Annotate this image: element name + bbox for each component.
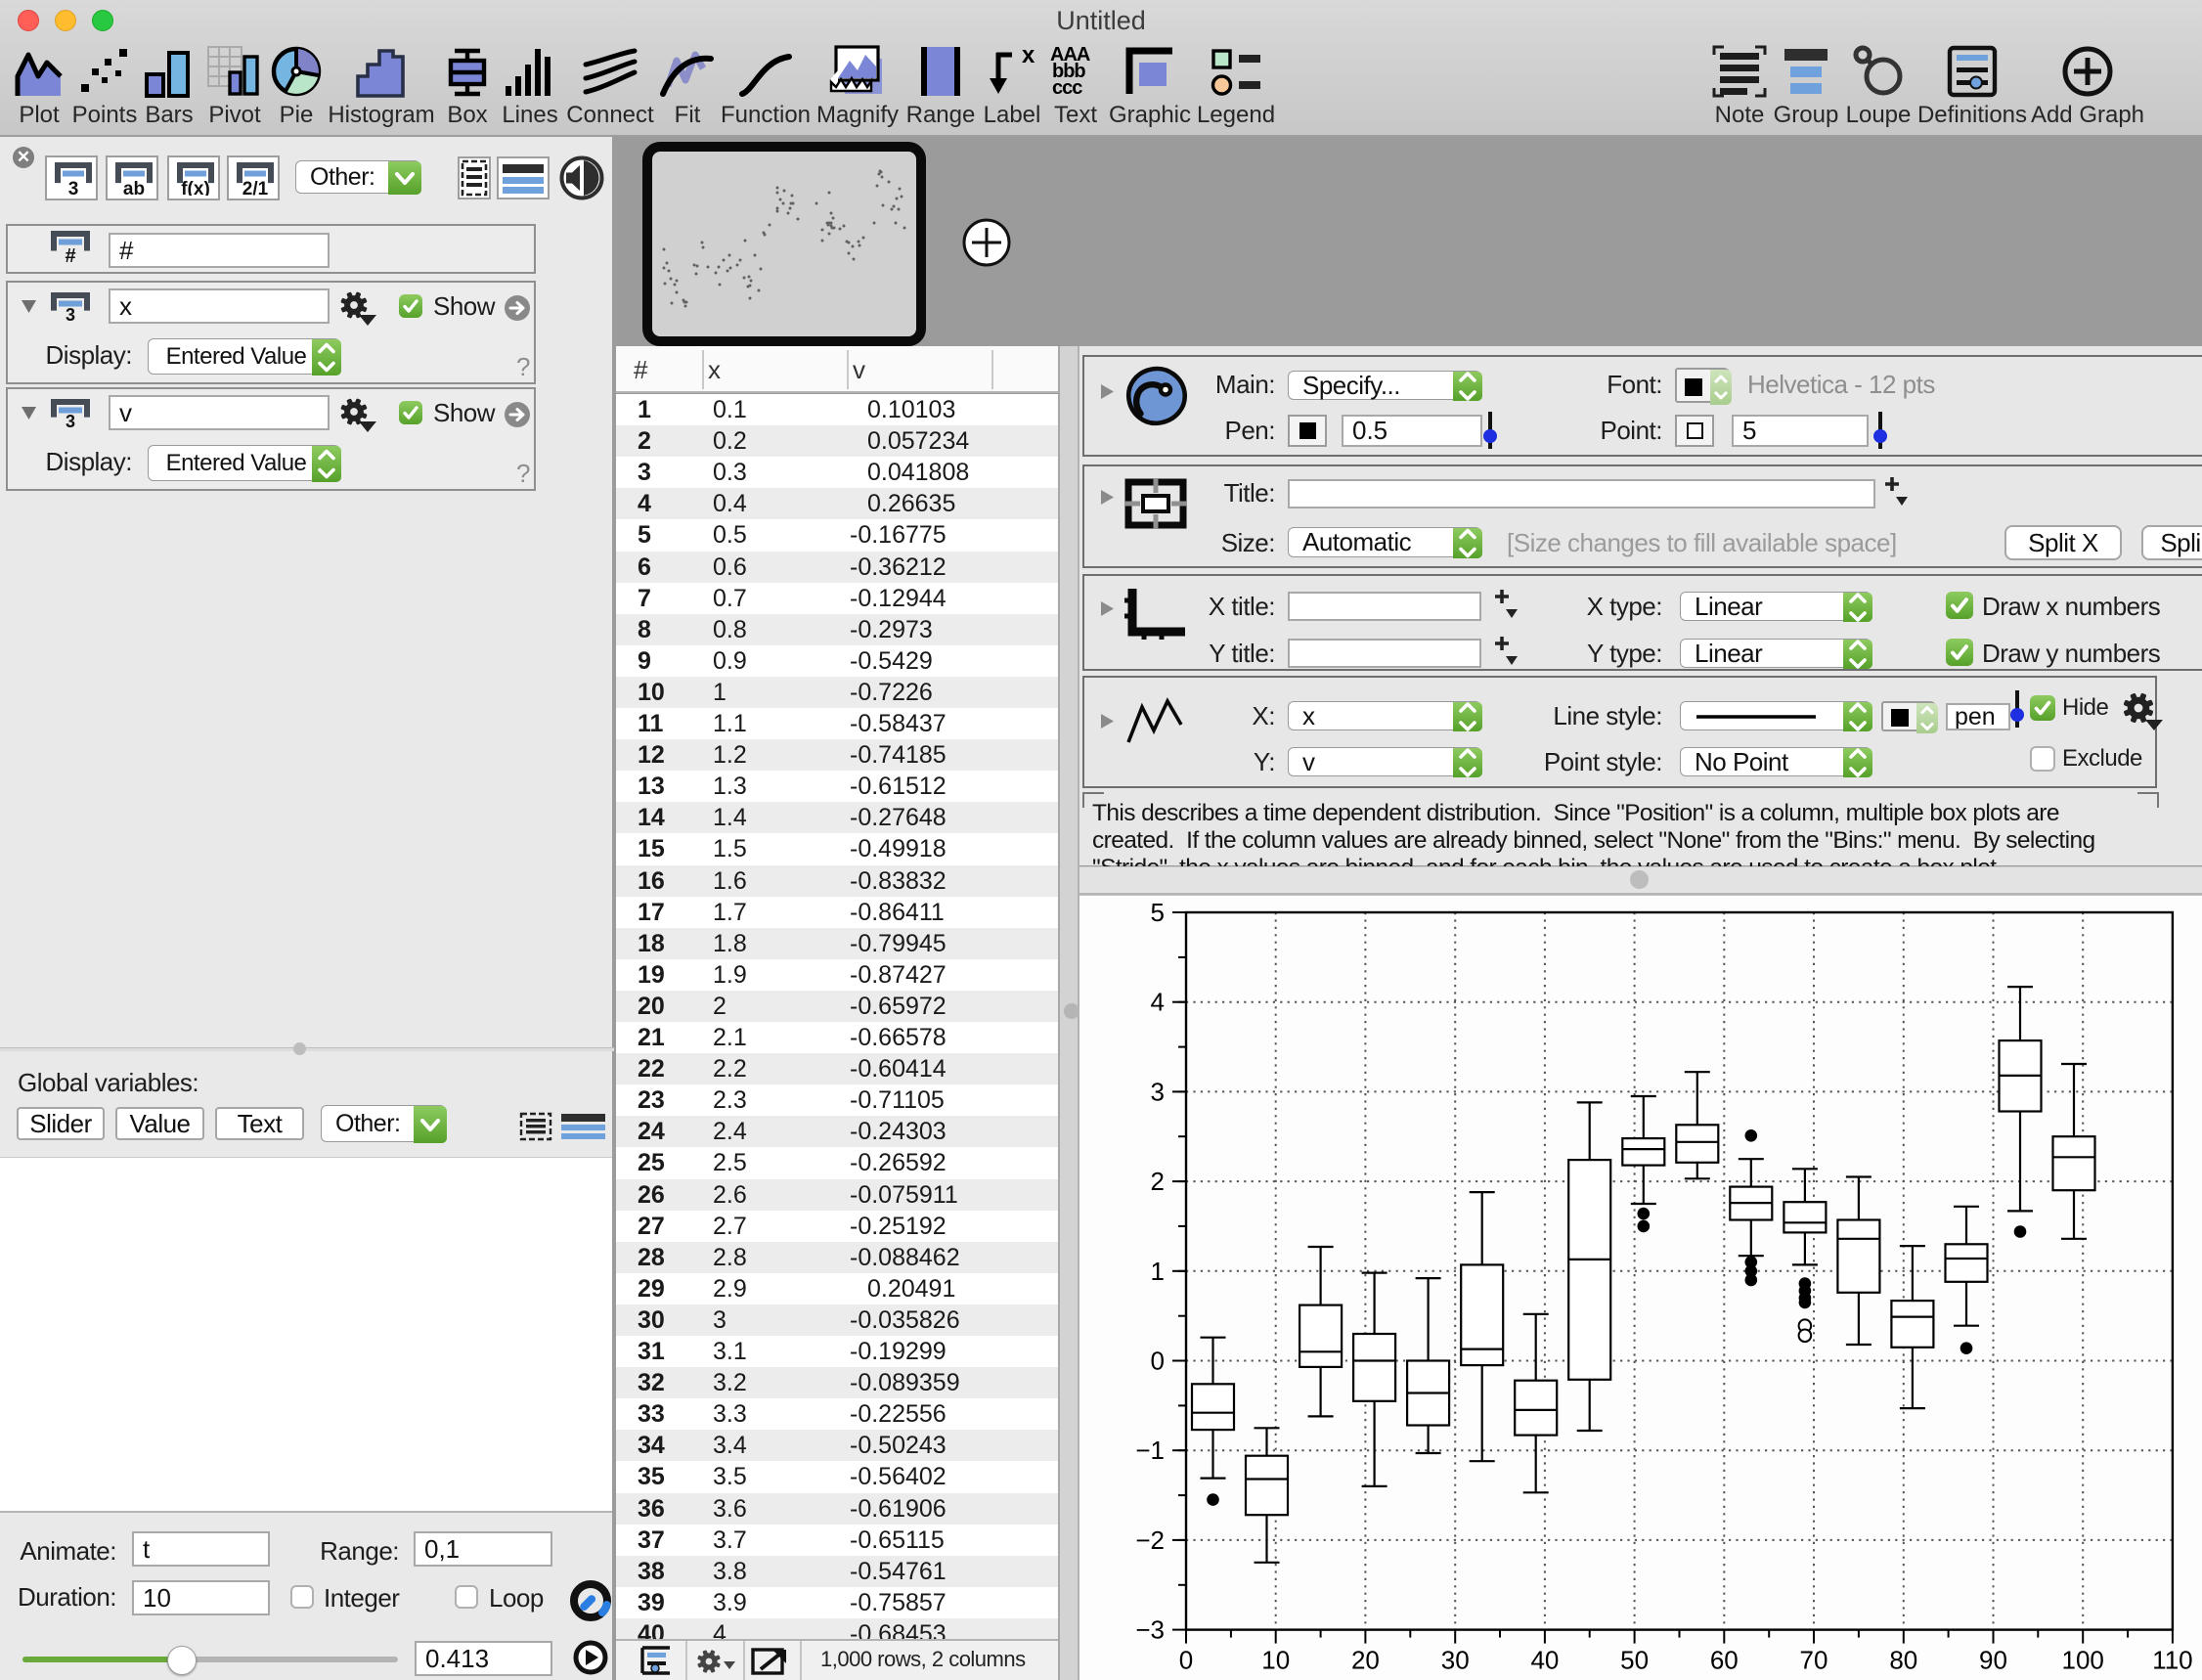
svg-text:0: 0 [1151, 1347, 1165, 1376]
svg-text:3: 3 [66, 305, 75, 322]
svg-text:ab: ab [123, 179, 145, 196]
svg-text:ccc: ccc [1052, 77, 1082, 98]
svg-text:10: 10 [1261, 1646, 1290, 1675]
svg-text:60: 60 [1710, 1646, 1739, 1675]
svg-text:−2: −2 [1135, 1525, 1165, 1555]
svg-text:20: 20 [1351, 1646, 1380, 1675]
svg-text:f(x): f(x) [181, 179, 210, 196]
svg-text:110: 110 [2152, 1646, 2192, 1675]
svg-text:2/1: 2/1 [242, 179, 269, 196]
svg-text:−3: −3 [1135, 1615, 1165, 1645]
svg-text:5: 5 [1151, 898, 1165, 927]
svg-text:80: 80 [1889, 1646, 1917, 1675]
svg-text:50: 50 [1620, 1646, 1649, 1675]
svg-text:2: 2 [1151, 1167, 1165, 1196]
svg-text:3: 3 [68, 179, 79, 196]
svg-text:4: 4 [1151, 988, 1165, 1017]
svg-text:100: 100 [2062, 1646, 2104, 1675]
svg-text:3: 3 [1151, 1077, 1165, 1106]
svg-text:70: 70 [1800, 1646, 1828, 1675]
svg-text:#: # [65, 245, 75, 263]
svg-text:30: 30 [1441, 1646, 1470, 1675]
svg-text:90: 90 [1979, 1646, 2007, 1675]
svg-text:1: 1 [1151, 1257, 1165, 1286]
svg-text:3: 3 [66, 412, 75, 428]
svg-text:0: 0 [1179, 1646, 1193, 1675]
svg-text:−1: −1 [1135, 1436, 1165, 1465]
svg-text:40: 40 [1530, 1646, 1559, 1675]
